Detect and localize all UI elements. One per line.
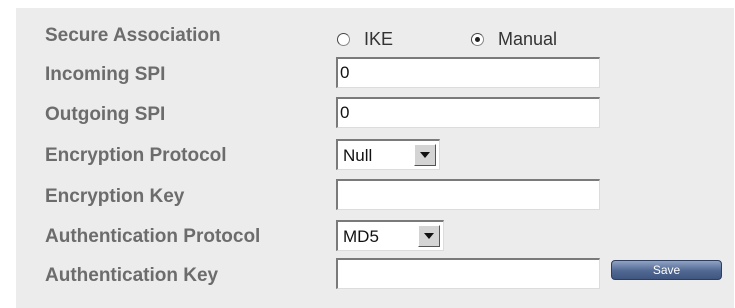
encryption-protocol-value: Null xyxy=(343,146,373,165)
radio-ike-label: IKE xyxy=(364,29,394,49)
encryption-key-label: Encryption Key xyxy=(45,186,185,207)
encryption-key-input[interactable] xyxy=(336,179,600,210)
authentication-protocol-value: MD5 xyxy=(343,227,379,246)
radio-manual-label: Manual xyxy=(498,29,558,49)
authentication-protocol-select[interactable]: MD5 xyxy=(336,220,444,251)
chevron-down-icon[interactable] xyxy=(414,144,436,166)
encryption-protocol-select[interactable]: Null xyxy=(336,139,440,170)
save-button[interactable]: Save xyxy=(611,260,722,280)
outgoing-spi-input[interactable]: 0 xyxy=(336,97,600,128)
incoming-spi-label: Incoming SPI xyxy=(45,64,166,85)
radio-manual[interactable]: Manual xyxy=(471,27,557,51)
encryption-protocol-label: Encryption Protocol xyxy=(45,145,227,166)
outgoing-spi-label: Outgoing SPI xyxy=(45,104,166,125)
radio-ike[interactable]: IKE xyxy=(337,27,393,51)
authentication-protocol-label: Authentication Protocol xyxy=(45,226,261,247)
chevron-down-icon[interactable] xyxy=(418,225,440,247)
incoming-spi-input[interactable]: 0 xyxy=(336,57,600,88)
radio-ike-button[interactable] xyxy=(337,32,350,46)
radio-manual-button[interactable] xyxy=(471,32,484,46)
authentication-key-input[interactable] xyxy=(336,258,600,289)
authentication-key-label: Authentication Key xyxy=(45,265,219,286)
secure-association-label: Secure Association xyxy=(45,25,221,46)
